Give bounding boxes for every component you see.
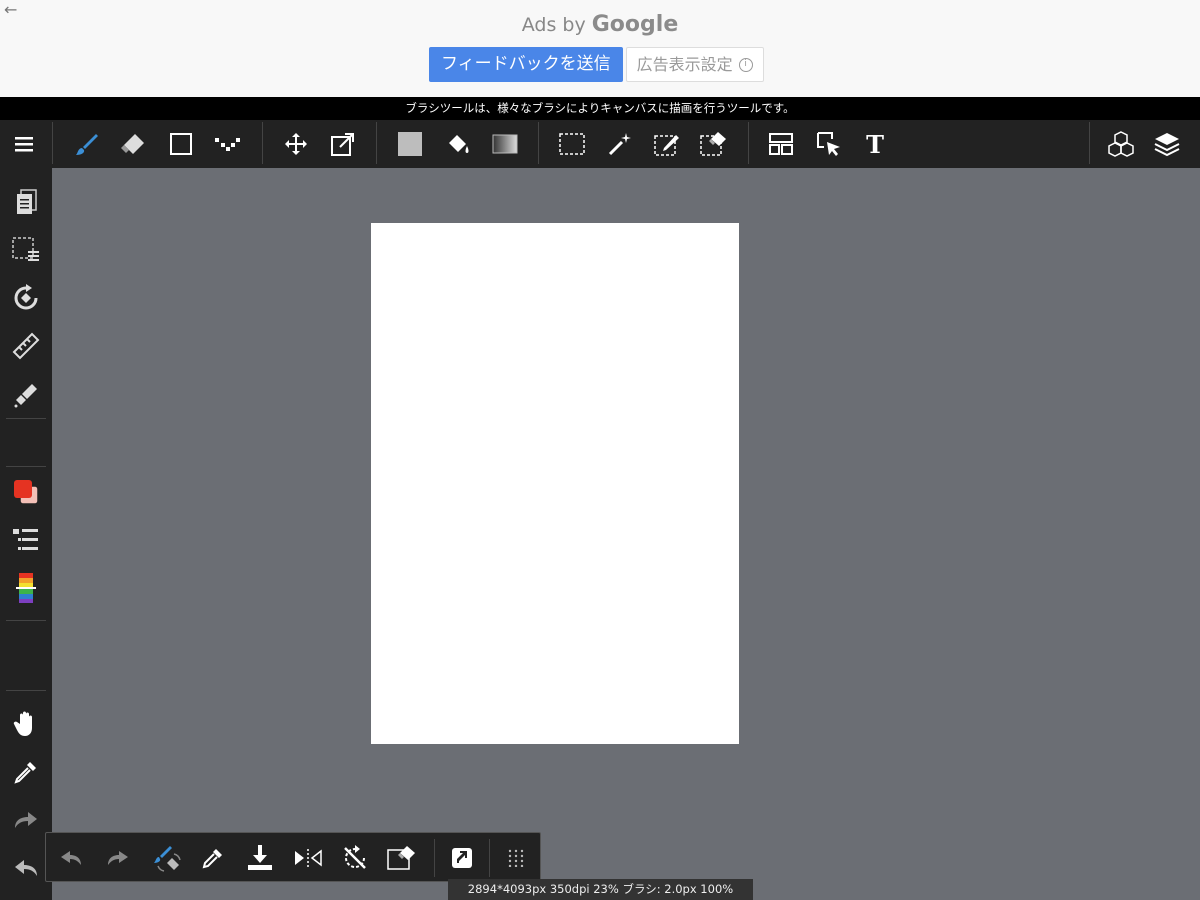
left-sidebar	[0, 168, 52, 900]
flip-horizontal-icon[interactable]	[285, 833, 331, 883]
redo-icon[interactable]	[95, 833, 141, 883]
eyedropper-icon[interactable]	[190, 833, 236, 883]
canvas-status-bar: 2894*4093px 350dpi 23% ブラシ: 2.0px 100%	[448, 879, 753, 900]
selection-menu-icon[interactable]	[0, 228, 52, 272]
ad-settings-button[interactable]: 広告表示設定 i	[625, 47, 764, 82]
ads-by-label: Ads by Google	[0, 12, 1200, 37]
hand-tool-icon[interactable]	[0, 702, 52, 746]
rotate-reset-icon[interactable]	[332, 833, 378, 883]
send-feedback-button[interactable]: フィードバックを送信	[429, 47, 623, 82]
google-logo: Google	[591, 12, 679, 37]
color-palette-icon[interactable]	[0, 566, 52, 610]
eraser-icon[interactable]	[111, 120, 155, 168]
rotate-canvas-icon[interactable]	[0, 276, 52, 320]
download-icon[interactable]	[237, 833, 283, 883]
quick-edit-icon[interactable]	[439, 833, 485, 883]
fill-rect-icon[interactable]	[388, 120, 432, 168]
drawing-canvas[interactable]	[371, 223, 739, 744]
move-icon[interactable]	[274, 120, 318, 168]
menu-icon[interactable]	[2, 120, 46, 168]
ads-by-text: Ads by	[521, 14, 586, 36]
brush-list-icon[interactable]	[0, 518, 52, 562]
undo-icon[interactable]	[48, 833, 94, 883]
text-tool-glyph: T	[866, 129, 884, 159]
page-manager-icon[interactable]	[0, 180, 52, 224]
filter-icon[interactable]	[0, 372, 52, 416]
gradient-icon[interactable]	[483, 120, 527, 168]
grid-menu-icon[interactable]	[493, 833, 539, 883]
brush-icon[interactable]	[65, 120, 109, 168]
clear-selection-icon[interactable]	[379, 833, 425, 883]
tool-hint-bar: ブラシツールは、様々なブラシによりキャンバスに描画を行うツールです。	[0, 97, 1200, 120]
magic-wand-icon[interactable]	[598, 120, 642, 168]
shape-icon[interactable]	[159, 120, 203, 168]
select-eraser-icon[interactable]	[692, 120, 736, 168]
info-icon: i	[738, 57, 753, 72]
eyedropper-icon[interactable]	[0, 750, 52, 794]
quick-access-bar	[45, 832, 541, 882]
dot-icon[interactable]	[206, 120, 250, 168]
select-rect-icon[interactable]	[550, 120, 594, 168]
operation-icon[interactable]	[807, 120, 851, 168]
text-icon[interactable]: T	[853, 120, 897, 168]
color-swatch-icon[interactable]	[0, 470, 52, 514]
bucket-icon[interactable]	[436, 120, 480, 168]
ad-settings-label: 広告表示設定	[636, 55, 733, 74]
brush-eraser-toggle-icon[interactable]	[144, 833, 190, 883]
ruler-icon[interactable]	[0, 324, 52, 368]
top-toolbar: T	[0, 120, 1200, 168]
transform-icon[interactable]	[321, 120, 365, 168]
ad-banner: ← Ads by Google フィードバックを送信 広告表示設定 i	[0, 0, 1200, 97]
select-pen-icon[interactable]	[645, 120, 689, 168]
layers-icon[interactable]	[1145, 120, 1189, 168]
panel-icon[interactable]	[759, 120, 803, 168]
3d-icon[interactable]	[1099, 120, 1143, 168]
